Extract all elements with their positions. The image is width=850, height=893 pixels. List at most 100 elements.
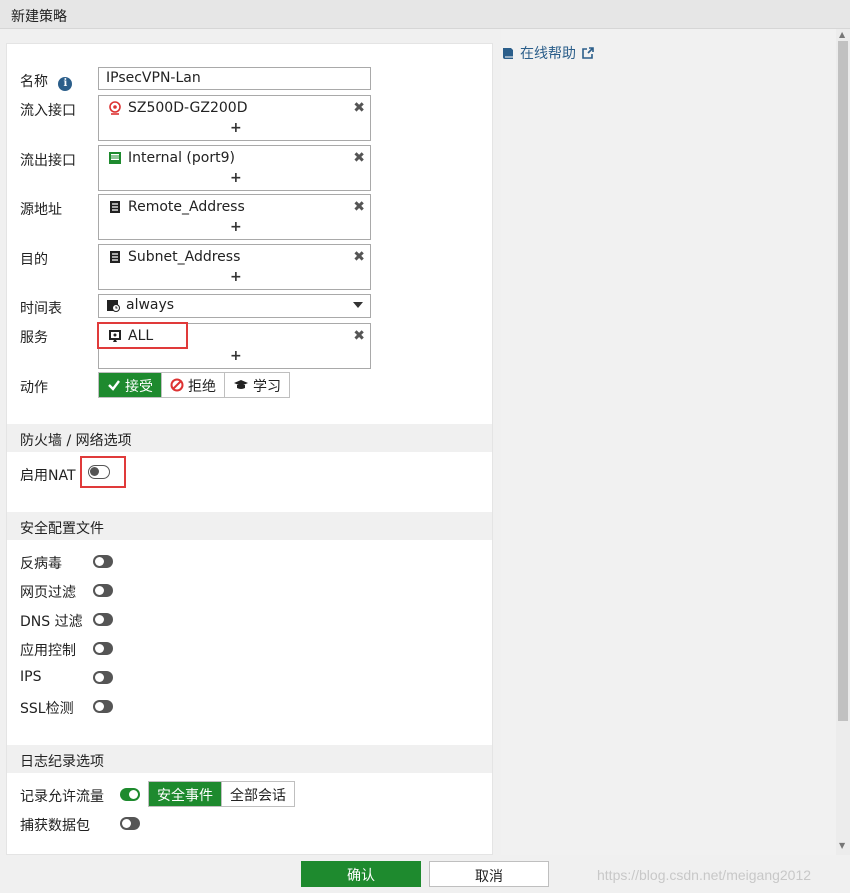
log-mode-button-group: 安全事件 全部会话 bbox=[148, 781, 295, 807]
policy-form: 名称 i IPsecVPN-Lan 流入接口 SZ500D-GZ200D ✖ +… bbox=[6, 43, 493, 855]
window-title: 新建策略 bbox=[0, 0, 850, 29]
action-accept-label: 接受 bbox=[125, 379, 153, 395]
antivirus-label: 反病毒 bbox=[20, 556, 62, 572]
app-control-toggle-knob bbox=[95, 644, 104, 653]
remove-incoming-icon[interactable]: ✖ bbox=[353, 100, 365, 116]
add-destination-icon[interactable]: + bbox=[230, 269, 242, 285]
check-icon bbox=[108, 380, 120, 391]
action-label: 动作 bbox=[20, 380, 48, 396]
incoming-interface-value: SZ500D-GZ200D bbox=[128, 100, 248, 116]
network-port-icon bbox=[109, 152, 121, 164]
vertical-scrollbar[interactable]: ▲ ▼ bbox=[836, 29, 850, 855]
name-label: 名称 i bbox=[20, 71, 73, 91]
schedule-selected: always bbox=[106, 297, 174, 313]
help-panel: 在线帮助 bbox=[501, 29, 836, 855]
watermark-text: https://blog.csdn.net/meigang2012 bbox=[597, 867, 812, 883]
dns-filter-toggle[interactable] bbox=[93, 613, 113, 626]
ips-toggle[interactable] bbox=[93, 671, 113, 684]
log-all-sessions-button[interactable]: 全部会话 bbox=[222, 782, 294, 806]
antivirus-toggle[interactable] bbox=[93, 555, 113, 568]
deny-icon bbox=[170, 378, 184, 392]
schedule-value: always bbox=[126, 297, 175, 313]
cancel-button[interactable]: 取消 bbox=[429, 861, 549, 887]
outgoing-interface-entry: Internal (port9) bbox=[108, 150, 235, 166]
scrollbar-thumb[interactable] bbox=[838, 41, 848, 721]
action-deny-label: 拒绝 bbox=[188, 379, 216, 395]
action-deny-button[interactable]: 拒绝 bbox=[162, 373, 225, 397]
action-button-group: 接受 拒绝 学习 bbox=[98, 372, 290, 398]
schedule-select[interactable]: always bbox=[98, 294, 371, 318]
remove-outgoing-icon[interactable]: ✖ bbox=[353, 150, 365, 166]
incoming-interface-entry: SZ500D-GZ200D bbox=[108, 100, 248, 116]
ssl-inspection-label: SSL检测 bbox=[20, 701, 74, 717]
scroll-up-icon[interactable]: ▲ bbox=[839, 30, 845, 39]
graduation-cap-icon bbox=[234, 380, 248, 389]
destination-entry: Subnet_Address bbox=[108, 249, 240, 265]
firewall-section-header: 防火墙 / 网络选项 bbox=[7, 424, 492, 452]
schedule-icon bbox=[107, 300, 120, 312]
name-input[interactable]: IPsecVPN-Lan bbox=[98, 67, 371, 90]
destination-label: 目的 bbox=[20, 252, 48, 268]
service-label: 服务 bbox=[20, 330, 48, 346]
scroll-down-icon[interactable]: ▼ bbox=[839, 841, 845, 850]
log-traffic-toggle-knob bbox=[129, 790, 138, 799]
info-icon[interactable]: i bbox=[58, 77, 73, 91]
log-security-events-button[interactable]: 安全事件 bbox=[149, 782, 222, 806]
log-traffic-label: 记录允许流量 bbox=[20, 789, 104, 805]
ssl-inspection-toggle-knob bbox=[95, 702, 104, 711]
online-help-label: 在线帮助 bbox=[520, 46, 576, 62]
source-address-label: 源地址 bbox=[20, 202, 62, 218]
destination-value: Subnet_Address bbox=[128, 249, 241, 265]
book-icon bbox=[503, 48, 513, 59]
web-filter-toggle[interactable] bbox=[93, 584, 113, 597]
service-highlight-box bbox=[97, 322, 188, 349]
incoming-interface-field[interactable]: SZ500D-GZ200D ✖ + bbox=[98, 95, 371, 141]
ips-label: IPS bbox=[20, 669, 42, 685]
web-filter-toggle-knob bbox=[95, 586, 104, 595]
add-source-icon[interactable]: + bbox=[230, 219, 242, 235]
action-learn-label: 学习 bbox=[253, 379, 281, 395]
log-traffic-toggle[interactable] bbox=[120, 788, 140, 801]
remove-service-icon[interactable]: ✖ bbox=[353, 328, 365, 344]
add-service-icon[interactable]: + bbox=[230, 348, 242, 364]
capture-packets-toggle-knob bbox=[122, 819, 131, 828]
logging-section-header: 日志纪录选项 bbox=[7, 745, 492, 773]
destination-field[interactable]: Subnet_Address ✖ + bbox=[98, 244, 371, 290]
add-outgoing-icon[interactable]: + bbox=[230, 170, 242, 186]
chevron-down-icon[interactable] bbox=[353, 302, 363, 308]
dns-filter-label: DNS 过滤 bbox=[20, 614, 83, 630]
dns-filter-toggle-knob bbox=[95, 615, 104, 624]
remove-source-icon[interactable]: ✖ bbox=[353, 199, 365, 215]
outgoing-interface-value: Internal (port9) bbox=[128, 150, 235, 166]
app-control-label: 应用控制 bbox=[20, 643, 76, 659]
action-learn-button[interactable]: 学习 bbox=[225, 373, 289, 397]
web-filter-label: 网页过滤 bbox=[20, 585, 76, 601]
outgoing-interface-label: 流出接口 bbox=[20, 153, 76, 169]
confirm-button[interactable]: 确认 bbox=[301, 861, 421, 887]
dialog-footer: 确认 取消 https://blog.csdn.net/meigang2012 bbox=[0, 855, 850, 893]
incoming-interface-label: 流入接口 bbox=[20, 103, 76, 119]
action-accept-button[interactable]: 接受 bbox=[99, 373, 162, 397]
external-link-icon bbox=[582, 47, 594, 59]
outgoing-interface-field[interactable]: Internal (port9) ✖ + bbox=[98, 145, 371, 191]
security-section-header: 安全配置文件 bbox=[7, 512, 492, 540]
source-address-entry: Remote_Address bbox=[108, 199, 245, 215]
online-help-link[interactable]: 在线帮助 bbox=[501, 43, 595, 63]
nat-highlight-box bbox=[80, 456, 126, 488]
schedule-label: 时间表 bbox=[20, 301, 62, 317]
ips-toggle-knob bbox=[95, 673, 104, 682]
add-incoming-icon[interactable]: + bbox=[230, 120, 242, 136]
address-object-icon bbox=[110, 251, 120, 263]
address-object-icon bbox=[110, 201, 120, 213]
capture-packets-toggle[interactable] bbox=[120, 817, 140, 830]
source-address-value: Remote_Address bbox=[128, 199, 245, 215]
remove-destination-icon[interactable]: ✖ bbox=[353, 249, 365, 265]
app-control-toggle[interactable] bbox=[93, 642, 113, 655]
ssl-inspection-toggle[interactable] bbox=[93, 700, 113, 713]
vpn-tunnel-icon bbox=[109, 101, 121, 115]
capture-packets-label: 捕获数据包 bbox=[20, 818, 90, 834]
antivirus-toggle-knob bbox=[95, 557, 104, 566]
name-label-text: 名称 bbox=[20, 74, 48, 90]
nat-label: 启用NAT bbox=[20, 468, 76, 484]
source-address-field[interactable]: Remote_Address ✖ + bbox=[98, 194, 371, 240]
